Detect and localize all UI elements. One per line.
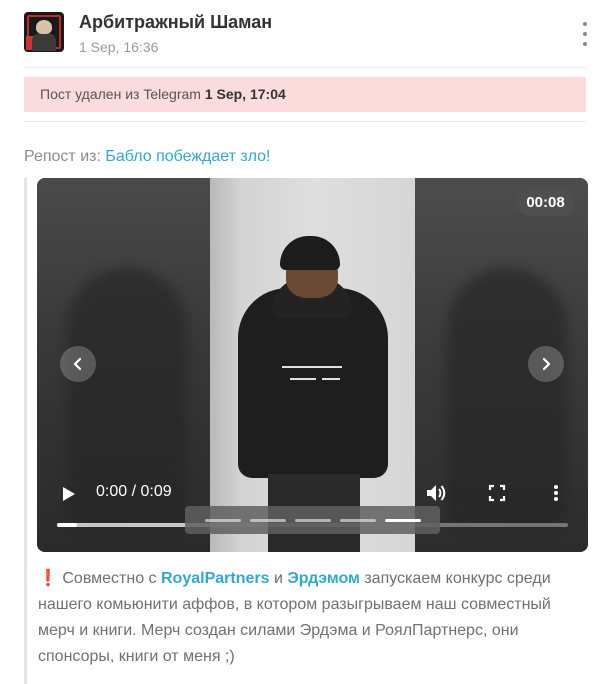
exclamation-icon: ❗ [38, 570, 58, 587]
post-text-part: и [269, 570, 288, 587]
post-time: 1 Sep, 16:36 [79, 39, 159, 55]
slide-dot[interactable] [249, 518, 286, 522]
duration-badge: 00:08 [516, 190, 575, 216]
post-text-part: Совместно с [57, 570, 161, 587]
slide-indicator [185, 506, 440, 534]
slide-dot[interactable] [384, 518, 421, 522]
slide-dot[interactable] [294, 518, 331, 522]
chevron-right-icon [542, 357, 551, 371]
volume-button[interactable] [426, 483, 448, 503]
video-player[interactable]: 00:08 0:00 / 0:09 [37, 178, 588, 552]
volume-icon [427, 485, 446, 501]
avatar-figure-face [36, 20, 52, 34]
more-options-button[interactable] [553, 485, 559, 501]
next-slide-button[interactable] [528, 346, 564, 382]
deleted-banner: Пост удален из Telegram 1 Sep, 17:04 [24, 77, 586, 112]
more-vertical-icon-dot [554, 491, 558, 495]
avatar-figure-body [32, 33, 56, 51]
deleted-banner-date: 1 Sep, 17:04 [204, 86, 286, 102]
repost-source-link[interactable]: Бабло побеждает зло! [105, 148, 270, 165]
repost-line: Репост из: Бабло побеждает зло! [24, 148, 270, 166]
time-display: 0:00 / 0:09 [96, 483, 172, 500]
royalpartners-link[interactable]: RoyalPartners [161, 570, 270, 587]
prev-slide-button[interactable] [60, 346, 96, 382]
vertical-dots-icon-dot [583, 32, 587, 36]
slide-dot[interactable] [204, 518, 241, 522]
channel-name[interactable]: Арбитражный Шаман [79, 12, 272, 33]
fullscreen-button[interactable] [488, 484, 506, 502]
slide-dot[interactable] [339, 518, 376, 522]
deleted-banner-text: Пост удален из Telegram [40, 86, 205, 102]
chevron-left-icon [73, 357, 82, 371]
vertical-dots-icon-dot [583, 42, 587, 46]
repost-label: Репост из: [24, 148, 106, 165]
vertical-dots-icon [583, 22, 587, 26]
more-vertical-icon [554, 485, 558, 489]
hoodie-print [322, 378, 340, 380]
hoodie-print [282, 366, 342, 368]
post-header: Арбитражный Шаман 1 Sep, 16:36 [24, 12, 594, 58]
play-icon [63, 487, 75, 501]
divider [24, 67, 586, 68]
play-button[interactable] [61, 486, 77, 502]
hoodie-print [290, 378, 316, 380]
progress-played [57, 523, 78, 527]
fullscreen-icon [488, 484, 506, 502]
post-menu-button[interactable] [580, 22, 590, 46]
more-vertical-icon-dot [554, 497, 558, 501]
erdem-link[interactable]: Эрдэмом [287, 570, 360, 587]
divider [24, 121, 586, 122]
repost-quote-bar [24, 178, 27, 684]
channel-avatar[interactable] [24, 12, 64, 52]
video-person-cap [280, 236, 340, 270]
post-text: ❗ Совместно с RoyalPartners и Эрдэмом за… [38, 566, 578, 670]
